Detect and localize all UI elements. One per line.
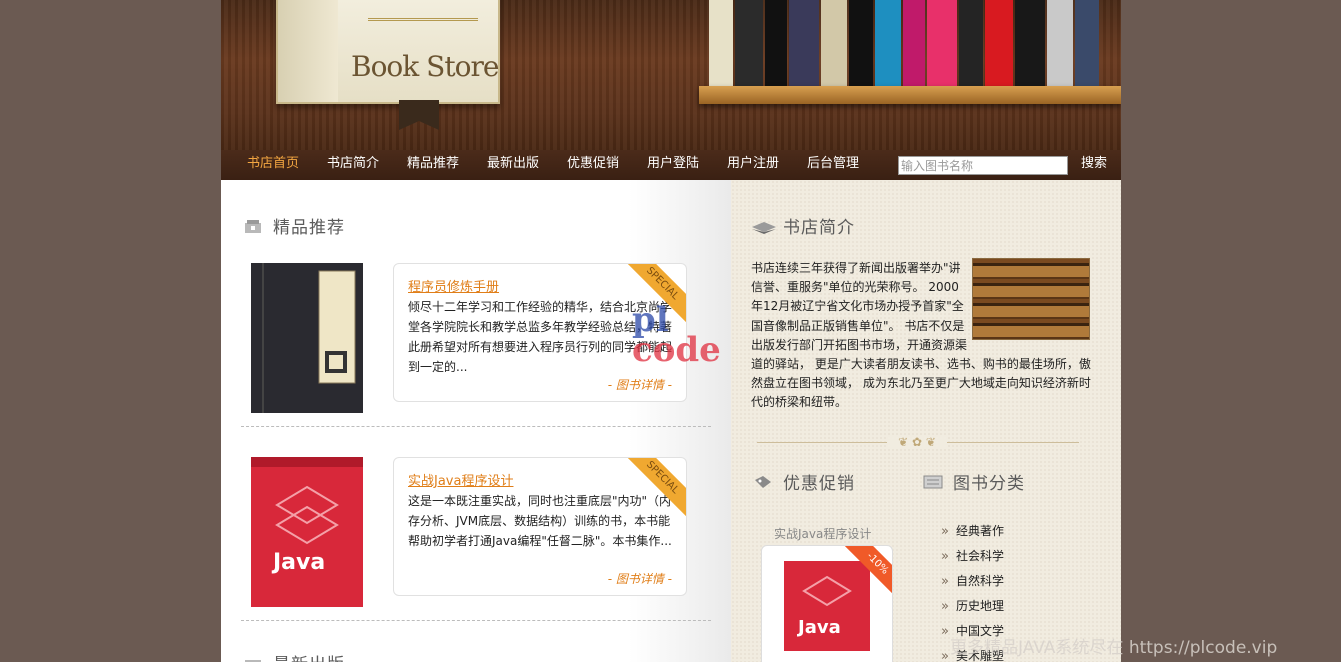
book-cover-java-programming[interactable]: Java	[251, 457, 363, 607]
category-item[interactable]: 社会科学	[941, 547, 1004, 572]
dashed-divider	[241, 620, 711, 621]
featured-title: 精品推荐	[273, 218, 345, 238]
photo-float-spacer	[969, 259, 1091, 341]
header-banner: Book Store	[221, 0, 1121, 150]
promo-card[interactable]: Java -10%	[761, 545, 893, 662]
book-description: 这是一本既注重实战，同时也注重底层"内功"（内存分析、JVM底层、数据结构）训练…	[408, 494, 672, 548]
book-cover-programmer-handbook[interactable]	[251, 263, 363, 413]
nav-home[interactable]: 书店首页	[247, 150, 299, 180]
category-item[interactable]: 经典著作	[941, 522, 1004, 547]
promo-book-label: 实战Java程序设计	[774, 527, 872, 541]
dashed-divider	[241, 426, 711, 427]
nav-register[interactable]: 用户注册	[727, 150, 779, 180]
bookshelf-spines	[709, 0, 1121, 86]
search-input[interactable]	[898, 156, 1068, 175]
promo-title: 优惠促销	[783, 474, 855, 494]
main-nav: 书店首页 书店简介 精品推荐 最新出版 优惠促销 用户登陆 用户注册 后台管理 …	[221, 150, 1121, 180]
watermark-text: 更多精品JAVA系统尽在 https://plcode.vip	[950, 638, 1278, 658]
svg-text:Java: Java	[271, 550, 325, 575]
book-stack-icon	[245, 660, 261, 662]
nav-admin[interactable]: 后台管理	[807, 150, 859, 180]
search-button[interactable]: 搜索	[1081, 150, 1107, 180]
book-stack-icon	[245, 220, 261, 233]
book-ornament	[368, 4, 478, 21]
category-item[interactable]: 历史地理	[941, 597, 1004, 622]
plcode-watermark-logo: pl code	[632, 303, 721, 370]
book-card: 实战Java程序设计 这是一本既注重实战，同时也注重底层"内功"（内存分析、JV…	[393, 457, 687, 596]
svg-text:Java: Java	[796, 617, 841, 638]
featured-section: 精品推荐 程序员修炼手册 倾尽十二年学习和工作经验的精华，结合北京尚学堂各学院院…	[221, 180, 731, 662]
nav-promo[interactable]: 优惠促销	[567, 150, 619, 180]
promo-book-thumbnail[interactable]: Java	[784, 561, 870, 651]
latest-title: 最新出版	[273, 650, 345, 662]
category-item[interactable]: 自然科学	[941, 572, 1004, 597]
ornament-divider: ❦ ✿ ❦	[757, 435, 1079, 449]
open-book-icon	[752, 222, 776, 234]
book-page-left	[278, 0, 338, 102]
book-title-link[interactable]: 实战Java程序设计	[408, 470, 513, 489]
document-icon	[923, 475, 943, 489]
nav-login[interactable]: 用户登陆	[647, 150, 699, 180]
price-tag-icon	[755, 476, 771, 488]
nav-about[interactable]: 书店简介	[327, 150, 379, 180]
site-logo-title: Book Store	[351, 50, 499, 83]
nav-latest[interactable]: 最新出版	[487, 150, 539, 180]
book-detail-link[interactable]: - 图书详情 -	[608, 570, 672, 587]
about-title: 书店简介	[783, 218, 855, 238]
sidebar: 书店简介 书店连续三年获得了新闻出版署举办"讲信誉、重服务"单位的光荣称号。 2…	[731, 180, 1121, 662]
watermark-logo-bottom: code	[632, 330, 721, 370]
wooden-shelf	[699, 86, 1121, 104]
scroll-ornament-icon: ❦ ✿ ❦	[887, 435, 947, 449]
nav-featured[interactable]: 精品推荐	[407, 150, 459, 180]
book-title-link[interactable]: 程序员修炼手册	[408, 276, 499, 295]
categories-title: 图书分类	[953, 474, 1025, 494]
about-text: 书店连续三年获得了新闻出版署举办"讲信誉、重服务"单位的光荣称号。 2000年1…	[751, 259, 1091, 413]
book-detail-link[interactable]: - 图书详情 -	[608, 376, 672, 393]
